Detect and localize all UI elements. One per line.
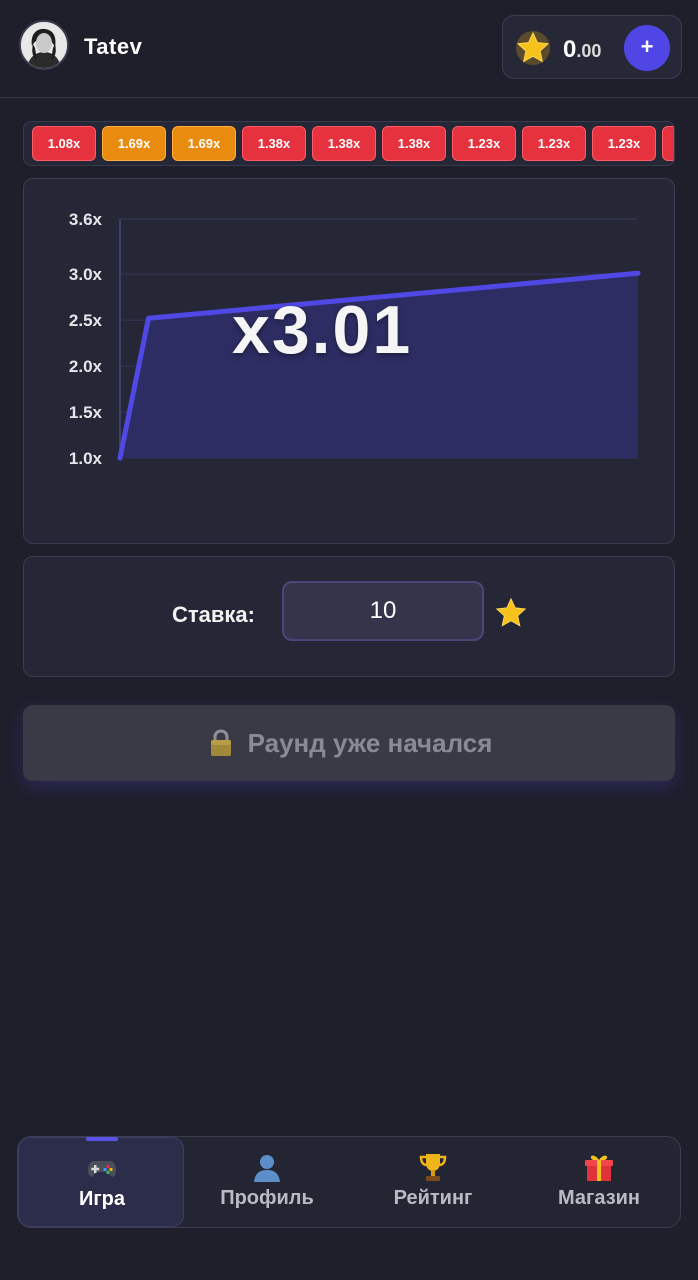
- star-icon: [495, 597, 527, 627]
- nav-label: Профиль: [220, 1187, 314, 1209]
- trophy-icon: [419, 1154, 447, 1181]
- active-tab-indicator: [86, 1137, 118, 1141]
- balance-integer: 0: [563, 36, 577, 63]
- history-chip: 1.23x: [452, 126, 516, 161]
- user-photo-icon: [21, 22, 67, 68]
- nav-label: Магазин: [557, 1187, 641, 1209]
- y-tick-label: 2.5x: [69, 311, 103, 330]
- star-icon: [516, 31, 550, 65]
- nav-label: Игра: [78, 1188, 126, 1210]
- y-tick-label: 3.6x: [69, 210, 103, 229]
- top-bar: Tatev 0.00 +: [0, 0, 698, 98]
- history-chip: 1.08x: [32, 126, 96, 161]
- history-chip: 1.69x: [102, 126, 166, 161]
- balance-panel: 0.00 +: [502, 15, 682, 79]
- username: Tatev: [84, 34, 143, 59]
- nav-item-profile[interactable]: Профиль: [184, 1137, 350, 1227]
- gamepad-icon: [88, 1161, 116, 1177]
- crash-chart-card: 1.0x 1.5x 2.0x 2.5x 3.0x 3.6x x3.01: [23, 178, 675, 544]
- bet-panel: Ставка:: [23, 556, 675, 677]
- history-chip: 1.38x: [312, 126, 376, 161]
- history-chip: 1.23x: [522, 126, 586, 161]
- nav-item-rating[interactable]: Рейтинг: [350, 1137, 516, 1227]
- balance-decimal: .00: [576, 41, 602, 61]
- nav-label: Рейтинг: [393, 1187, 473, 1209]
- balance-amount: 0.00: [563, 36, 601, 64]
- history-chip: 1.69x: [172, 126, 236, 161]
- y-tick-label: 1.5x: [69, 403, 103, 422]
- lock-icon: [210, 729, 231, 756]
- y-tick-label: 1.0x: [69, 449, 103, 468]
- history-chip: [662, 126, 674, 161]
- user-icon: [254, 1155, 280, 1182]
- bet-label: Ставка:: [172, 602, 255, 627]
- history-chip: 1.23x: [592, 126, 656, 161]
- bet-amount-input[interactable]: [282, 581, 484, 641]
- history-chip: 1.38x: [382, 126, 446, 161]
- nav-item-game[interactable]: Игра: [18, 1137, 184, 1227]
- multiplier-history: 1.08x 1.69x 1.69x 1.38x 1.38x 1.38x 1.23x 1.23x…: [23, 121, 675, 166]
- y-tick-label: 2.0x: [69, 357, 103, 376]
- add-balance-button[interactable]: +: [624, 25, 670, 71]
- round-started-button[interactable]: Раунд уже начался: [23, 705, 675, 781]
- avatar[interactable]: [19, 20, 69, 70]
- gift-icon: [585, 1155, 613, 1181]
- current-multiplier: x3.01: [232, 292, 413, 368]
- round-status-label: Раунд уже начался: [247, 727, 493, 758]
- history-chip: 1.38x: [242, 126, 306, 161]
- bottom-navigation: Игра Профиль Рейтинг Магазин: [17, 1136, 681, 1228]
- y-tick-label: 3.0x: [69, 265, 103, 284]
- nav-item-shop[interactable]: Магазин: [516, 1137, 682, 1227]
- history-track: 1.08x 1.69x 1.69x 1.38x 1.38x 1.38x 1.23x 1.23x…: [32, 126, 674, 161]
